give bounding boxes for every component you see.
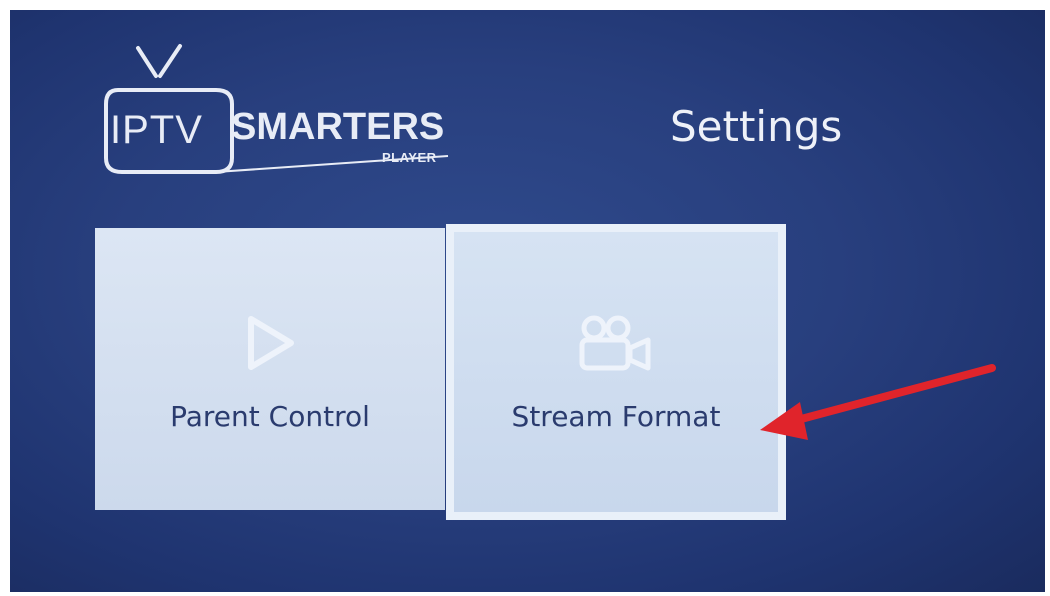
tv-screen: IPTV SMARTERS PLAYER Settings Parent Con… — [10, 10, 1045, 592]
parent-control-label: Parent Control — [170, 400, 370, 433]
play-icon — [243, 313, 297, 378]
logo-text-player: PLAYER — [382, 150, 437, 165]
app-logo: IPTV SMARTERS PLAYER — [98, 40, 458, 190]
logo-text-iptv: IPTV — [110, 108, 203, 152]
stream-format-tile[interactable]: Stream Format — [446, 224, 786, 520]
photo-frame: IPTV SMARTERS PLAYER Settings Parent Con… — [0, 0, 1050, 596]
page-title: Settings — [670, 102, 843, 151]
stream-format-label: Stream Format — [511, 400, 721, 433]
red-arrow-annotation — [760, 364, 996, 440]
video-camera-icon — [576, 314, 656, 379]
logo-text-smarters: SMARTERS — [231, 106, 445, 148]
parent-control-tile[interactable]: Parent Control — [95, 228, 445, 510]
